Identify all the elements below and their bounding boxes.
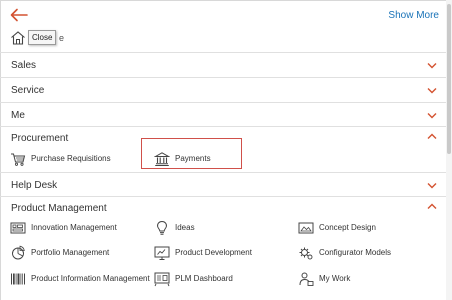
product-development-icon — [154, 246, 170, 260]
item-label: Product Development — [175, 248, 252, 257]
arrow-left-icon — [10, 8, 28, 22]
show-more-link[interactable]: Show More — [388, 10, 439, 21]
chevron-up-icon — [427, 203, 437, 209]
lightbulb-icon — [157, 220, 167, 235]
dashboard-icon — [154, 272, 170, 287]
item-label: Product Information Management — [31, 274, 150, 283]
chevron-down-icon — [427, 88, 437, 94]
scrollbar-thumb[interactable] — [447, 4, 451, 154]
section-product-management: Product Management Innovation Management… — [0, 196, 446, 300]
payments-highlight-box — [141, 138, 242, 169]
item-label: Portfolio Management — [31, 248, 110, 257]
section-me: Me — [0, 102, 446, 126]
chevron-up-icon — [427, 133, 437, 139]
item-label: My Work — [319, 274, 351, 283]
home-row: Close e — [9, 30, 129, 48]
chevron-down-icon — [427, 113, 437, 119]
item-ideas[interactable]: Ideas — [154, 217, 214, 239]
section-sales: Sales — [0, 52, 446, 76]
item-product-development[interactable]: Product Development — [154, 242, 264, 264]
portfolio-icon — [12, 245, 25, 260]
my-work-icon — [299, 272, 314, 286]
section-title: Service — [11, 85, 45, 96]
item-concept-design[interactable]: Concept Design — [298, 217, 398, 239]
section-header-me[interactable]: Me — [0, 103, 446, 127]
section-header-service[interactable]: Service — [0, 78, 446, 102]
item-portfolio-management[interactable]: Portfolio Management — [10, 242, 140, 264]
section-title: Sales — [11, 60, 37, 71]
home-icon[interactable] — [10, 30, 26, 46]
item-label: Innovation Management — [31, 223, 117, 232]
scrollbar[interactable] — [446, 0, 452, 300]
item-label: Concept Design — [319, 223, 376, 232]
section-title: Procurement — [11, 133, 69, 144]
item-label: Purchase Requisitions — [31, 154, 111, 163]
item-configurator-models[interactable]: Configurator Models — [298, 242, 408, 264]
section-service: Service — [0, 77, 446, 101]
chevron-down-icon — [427, 183, 437, 189]
item-label: Ideas — [175, 223, 195, 232]
navigator-header: Show More — [0, 0, 446, 30]
configurator-icon — [299, 247, 313, 260]
item-purchase-requisitions[interactable]: Purchase Requisitions — [10, 148, 130, 170]
section-header-help-desk[interactable]: Help Desk — [0, 173, 446, 197]
concept-design-icon — [298, 222, 314, 234]
section-help-desk: Help Desk — [0, 172, 446, 196]
barcode-icon — [11, 273, 25, 285]
shopping-cart-icon — [11, 153, 26, 166]
item-innovation-management[interactable]: Innovation Management — [10, 217, 140, 239]
innovation-board-icon — [10, 222, 26, 234]
chevron-down-icon — [427, 63, 437, 69]
section-title: Product Management — [11, 203, 107, 214]
item-my-work[interactable]: My Work — [298, 268, 378, 290]
section-title: Help Desk — [11, 180, 58, 191]
item-label: Configurator Models — [319, 248, 392, 257]
home-label-fragment: e — [59, 33, 65, 43]
item-plm-dashboard[interactable]: PLM Dashboard — [154, 268, 244, 290]
back-button[interactable] — [9, 7, 29, 23]
item-product-information-management[interactable]: Product Information Management — [10, 268, 150, 290]
item-label: PLM Dashboard — [175, 274, 233, 283]
section-header-sales[interactable]: Sales — [0, 53, 446, 77]
section-title: Me — [11, 110, 25, 121]
close-tooltip[interactable]: Close — [28, 30, 57, 45]
